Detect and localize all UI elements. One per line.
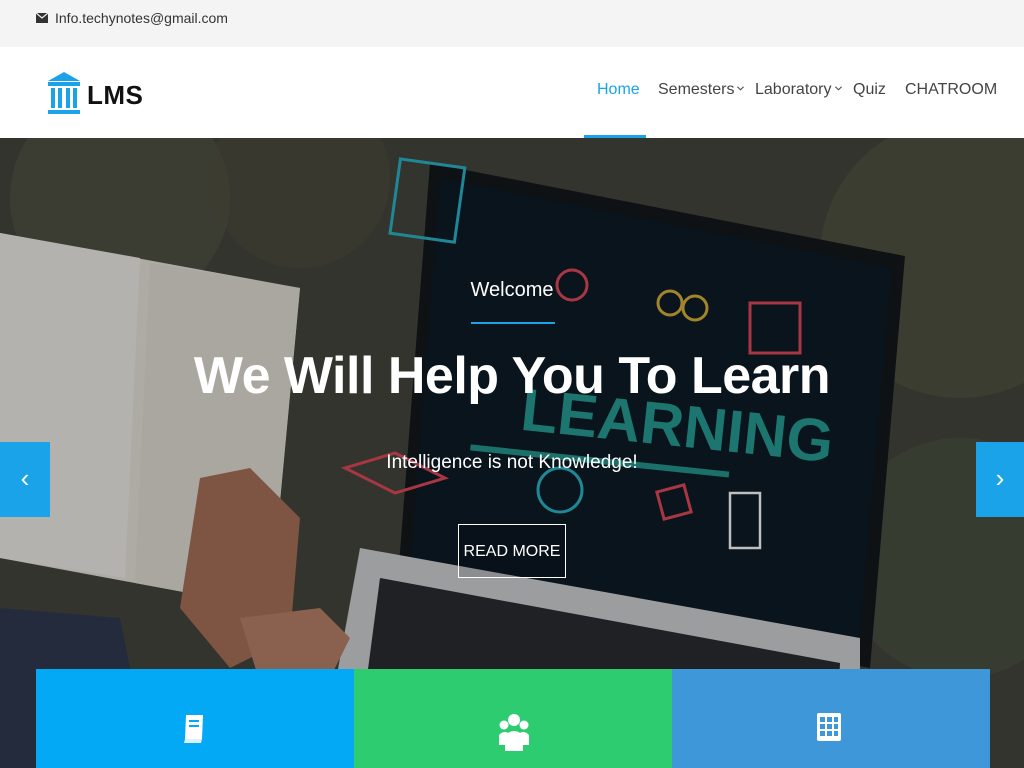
nav-laboratory-label: Laboratory <box>755 81 832 98</box>
chevron-left-icon: ‹ <box>20 463 30 493</box>
chevron-right-icon: › <box>995 463 1005 493</box>
hero-subtitle: Intelligence is not Knowledge! <box>386 452 638 473</box>
nav-home[interactable]: Home <box>597 81 640 99</box>
welcome-underline <box>471 322 555 324</box>
nav-chatroom-label: CHATROOM <box>905 81 998 98</box>
hero-welcome: Welcome <box>470 279 554 301</box>
feature-box-calendar[interactable] <box>672 669 990 768</box>
contact-email[interactable]: Info.techynotes@gmail.com <box>55 10 228 26</box>
nav-quiz-label: Quiz <box>853 81 886 98</box>
slider-prev-button[interactable]: ‹ <box>0 442 50 517</box>
calendar-icon <box>817 713 841 741</box>
nav-semesters[interactable]: Semesters <box>658 81 745 99</box>
nav-semesters-label: Semesters <box>658 81 735 98</box>
site-header: LMS Home Semesters Laboratory Quiz CHATR… <box>0 47 1024 138</box>
chevron-down-icon <box>834 86 842 91</box>
top-bar: Info.techynotes@gmail.com <box>0 0 1024 47</box>
logo-text[interactable]: LMS <box>87 80 143 111</box>
slider-next-button[interactable]: › <box>976 442 1024 517</box>
read-more-button[interactable]: READ MORE <box>458 524 566 578</box>
feature-box-books[interactable] <box>36 669 354 768</box>
envelope-icon <box>36 13 48 23</box>
nav-laboratory[interactable]: Laboratory <box>755 81 842 99</box>
institution-icon[interactable] <box>48 72 80 117</box>
nav-home-label: Home <box>597 81 640 98</box>
nav-quiz[interactable]: Quiz <box>853 81 886 99</box>
users-icon <box>499 714 529 751</box>
nav-chatroom[interactable]: CHATROOM <box>905 81 997 99</box>
chevron-down-icon <box>737 86 745 91</box>
hero-title: We Will Help You To Learn <box>193 347 831 405</box>
book-icon <box>184 715 203 743</box>
feature-box-users[interactable] <box>354 669 672 768</box>
hero-slider: LEARNING Welcome We Will Help You To Lea… <box>0 138 1024 768</box>
